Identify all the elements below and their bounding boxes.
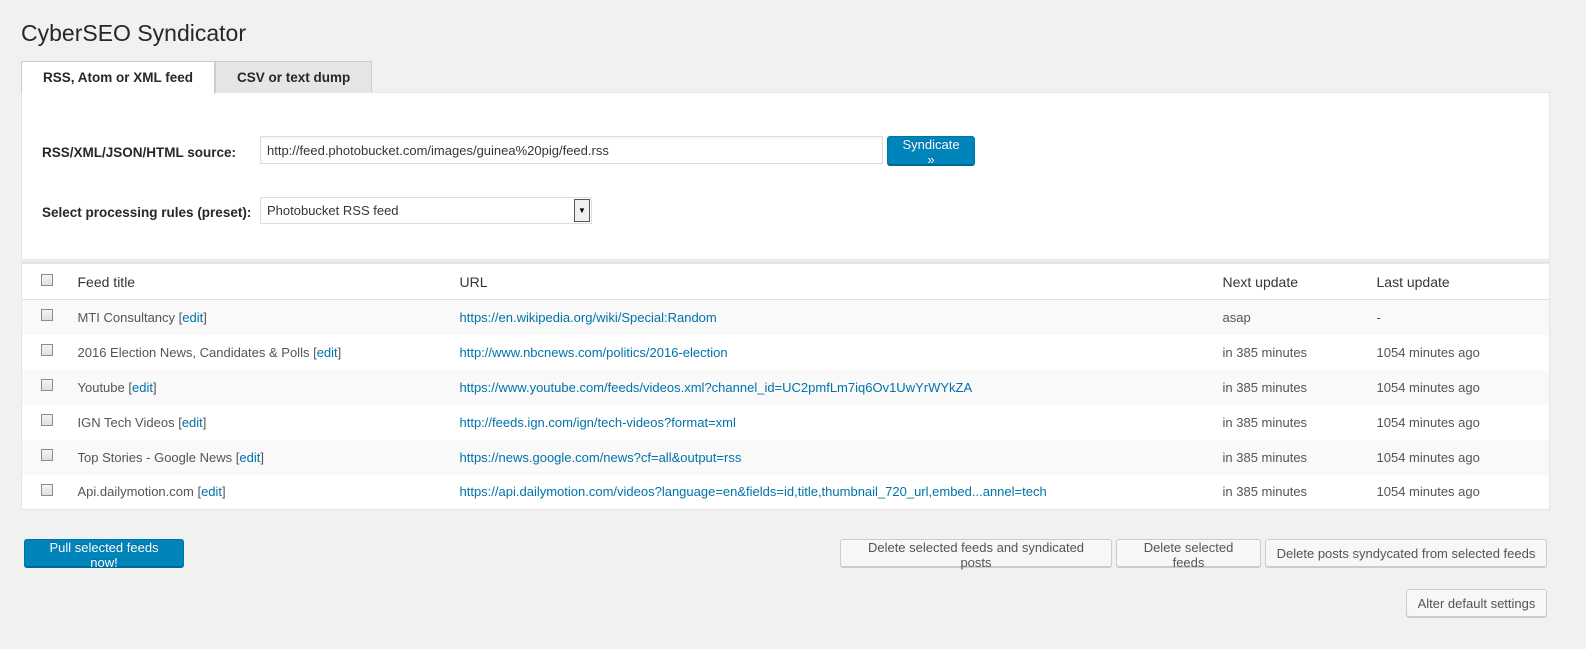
column-header-url: URL xyxy=(459,262,1223,300)
next-update-cell: in 385 minutes xyxy=(1222,414,1308,430)
table-row: IGN Tech Videos [edit] http://feeds.ign.… xyxy=(22,405,1550,440)
table-row: MTI Consultancy [edit] https://en.wikipe… xyxy=(21,299,1550,335)
feed-title: Top Stories - Google News xyxy=(77,449,233,465)
page-title: CyberSEO Syndicator xyxy=(21,20,246,46)
row-checkbox[interactable] xyxy=(41,379,53,392)
column-header-title: Feed title xyxy=(77,262,460,300)
feed-title-cell: Api.dailymotion.com [edit] xyxy=(77,484,226,500)
next-update-cell: asap xyxy=(1222,309,1251,325)
feed-title-cell: IGN Tech Videos [edit] xyxy=(77,414,207,430)
alter-default-settings-button[interactable]: Alter default settings xyxy=(1406,589,1547,617)
feed-url-link[interactable]: https://api.dailymotion.com/videos?langu… xyxy=(460,484,1047,499)
next-update-cell: in 385 minutes xyxy=(1222,344,1308,360)
select-all-checkbox[interactable] xyxy=(41,273,53,286)
preset-selected-value: Photobucket RSS feed xyxy=(267,203,399,218)
table-header-row: Feed title URL Next update Last update xyxy=(21,262,1550,300)
preset-label: Select processing rules (preset): xyxy=(42,205,252,220)
feed-title: IGN Tech Videos xyxy=(77,414,175,430)
last-update-cell: 1054 minutes ago xyxy=(1376,414,1480,430)
table-row: 2016 Election News, Candidates & Polls [… xyxy=(22,335,1550,370)
row-checkbox[interactable] xyxy=(41,414,53,427)
row-checkbox[interactable] xyxy=(41,309,53,322)
tab-bar: RSS, Atom or XML feed CSV or text dump xyxy=(21,61,373,94)
feed-title-cell: Top Stories - Google News [edit] xyxy=(77,449,264,465)
row-checkbox[interactable] xyxy=(41,344,53,357)
delete-posts-button[interactable]: Delete posts syndycated from selected fe… xyxy=(1265,539,1547,567)
delete-feeds-and-posts-button[interactable]: Delete selected feeds and syndicated pos… xyxy=(840,539,1112,570)
delete-feeds-button[interactable]: Delete selected feeds xyxy=(1116,539,1261,570)
pull-feeds-button[interactable]: Pull selected feeds now! xyxy=(24,539,184,570)
tab-csv-text-dump[interactable]: CSV or text dump xyxy=(215,61,373,93)
feed-title-cell: Youtube [edit] xyxy=(77,379,157,395)
dropdown-arrow-icon[interactable]: ▼ xyxy=(574,199,590,222)
select-all-cell xyxy=(21,262,78,300)
next-update-cell: in 385 minutes xyxy=(1222,449,1308,465)
source-label: RSS/XML/JSON/HTML source: xyxy=(42,145,237,160)
feed-title-cell: 2016 Election News, Candidates & Polls [… xyxy=(77,344,342,360)
next-update-cell: in 385 minutes xyxy=(1222,484,1308,500)
edit-link[interactable]: edit xyxy=(182,310,203,325)
last-update-cell: - xyxy=(1376,309,1381,325)
syndicate-button[interactable]: Syndicate » xyxy=(887,136,975,167)
tab-rss-atom-xml[interactable]: RSS, Atom or XML feed xyxy=(21,61,216,94)
edit-link[interactable]: edit xyxy=(182,415,203,430)
feed-title: 2016 Election News, Candidates & Polls xyxy=(77,344,310,360)
last-update-cell: 1054 minutes ago xyxy=(1376,344,1480,360)
last-update-cell: 1054 minutes ago xyxy=(1376,449,1480,465)
edit-link[interactable]: edit xyxy=(239,450,260,465)
preset-select[interactable]: Photobucket RSS feed ▼ xyxy=(260,197,592,224)
feed-url-link[interactable]: https://www.youtube.com/feeds/videos.xml… xyxy=(460,380,973,395)
table-row: Top Stories - Google News [edit] https:/… xyxy=(21,439,1550,475)
table-row: Youtube [edit] https://www.youtube.com/f… xyxy=(21,369,1550,405)
feed-title-cell: MTI Consultancy [edit] xyxy=(77,309,207,325)
column-header-last-update: Last update xyxy=(1376,262,1550,300)
feed-url-link[interactable]: https://en.wikipedia.org/wiki/Special:Ra… xyxy=(460,310,717,325)
feed-url-link[interactable]: https://news.google.com/news?cf=all&outp… xyxy=(460,450,742,465)
feed-url-link[interactable]: http://www.nbcnews.com/politics/2016-ele… xyxy=(460,345,728,360)
edit-link[interactable]: edit xyxy=(132,380,153,395)
last-update-cell: 1054 minutes ago xyxy=(1376,484,1480,500)
source-panel: RSS/XML/JSON/HTML source: Syndicate » Se… xyxy=(21,92,1550,260)
edit-link[interactable]: edit xyxy=(317,345,338,360)
feeds-table: Feed title URL Next update Last update M… xyxy=(21,261,1550,510)
feed-title: MTI Consultancy xyxy=(77,309,176,325)
next-update-cell: in 385 minutes xyxy=(1222,379,1308,395)
column-header-next-update: Next update xyxy=(1222,262,1377,300)
row-checkbox[interactable] xyxy=(41,483,53,496)
last-update-cell: 1054 minutes ago xyxy=(1376,379,1480,395)
feed-title: Youtube xyxy=(77,379,125,395)
edit-link[interactable]: edit xyxy=(201,484,222,499)
feed-title: Api.dailymotion.com xyxy=(77,484,194,500)
row-checkbox[interactable] xyxy=(41,449,53,462)
source-input[interactable] xyxy=(260,136,883,164)
table-row: Api.dailymotion.com [edit] https://api.d… xyxy=(22,475,1550,510)
feed-url-link[interactable]: http://feeds.ign.com/ign/tech-videos?for… xyxy=(460,415,736,430)
